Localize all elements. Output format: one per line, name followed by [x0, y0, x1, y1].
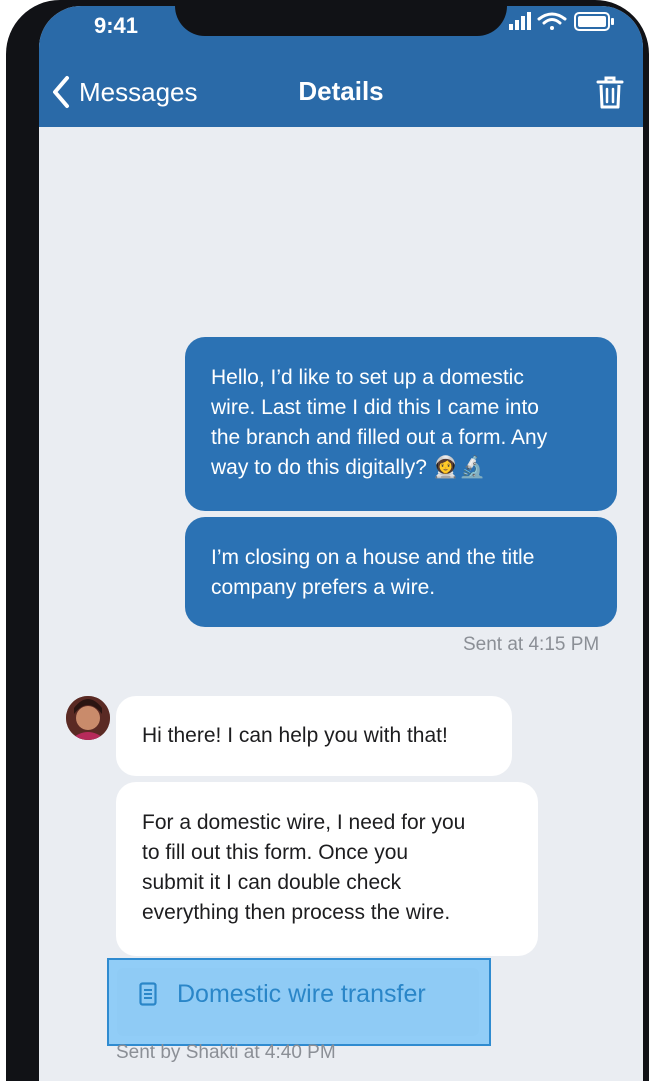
sent-by-timestamp: Sent by Shakti at 4:40 PM [116, 1042, 336, 1063]
message-line: Hi there! I can help you with that! [142, 724, 448, 747]
nav-header: 9:41 Messages Details [39, 6, 643, 127]
status-time: 9:41 [94, 13, 139, 38]
avatar [66, 696, 110, 740]
emoji: 👩‍🚀🔬 [432, 456, 486, 479]
message-line: Hello, I’d like to set up a domestic [211, 366, 524, 389]
message-line: I’m closing on a house and the title [211, 546, 535, 569]
notch [175, 6, 507, 36]
message-line: company prefers a wire. [211, 576, 436, 599]
message-line: For a domestic wire, I need for you [142, 811, 466, 834]
outgoing-message: Hello, I’d like to set up a domestic wir… [185, 337, 617, 511]
incoming-message: For a domestic wire, I need for you to f… [116, 782, 538, 956]
agent-avatar-image [66, 696, 110, 740]
signal-icon [509, 12, 531, 30]
attachment-label: Domestic wire transfer [177, 980, 426, 1008]
page-title: Details [298, 76, 384, 106]
trash-icon[interactable] [596, 76, 624, 110]
attachment-link[interactable]: Domestic wire transfer [107, 958, 491, 1046]
document-icon [139, 982, 157, 1006]
message-line: to fill out this form. Once you [142, 841, 409, 864]
message-line: the branch and filled out a form. Any [211, 426, 548, 449]
sent-timestamp: Sent at 4:15 PM [463, 634, 600, 655]
message-line-last: way to do this digitally? 👩‍🚀🔬 [211, 453, 591, 483]
message-line: submit it I can double check [142, 871, 402, 894]
wifi-icon [537, 12, 567, 30]
incoming-message: Hi there! I can help you with that! [116, 696, 512, 776]
phone-frame: 9:41 Messages Details Hello, I’d like to… [6, 0, 649, 1081]
message-line: everything then process the wire. [142, 901, 451, 924]
status-icons [509, 12, 614, 31]
screen: 9:41 Messages Details Hello, I’d like to… [39, 6, 643, 1081]
outgoing-message: I’m closing on a house and the title com… [185, 517, 617, 627]
battery-icon [574, 12, 614, 31]
message-text: way to do this digitally? [211, 456, 427, 479]
message-line: wire. Last time I did this I came into [211, 396, 539, 419]
